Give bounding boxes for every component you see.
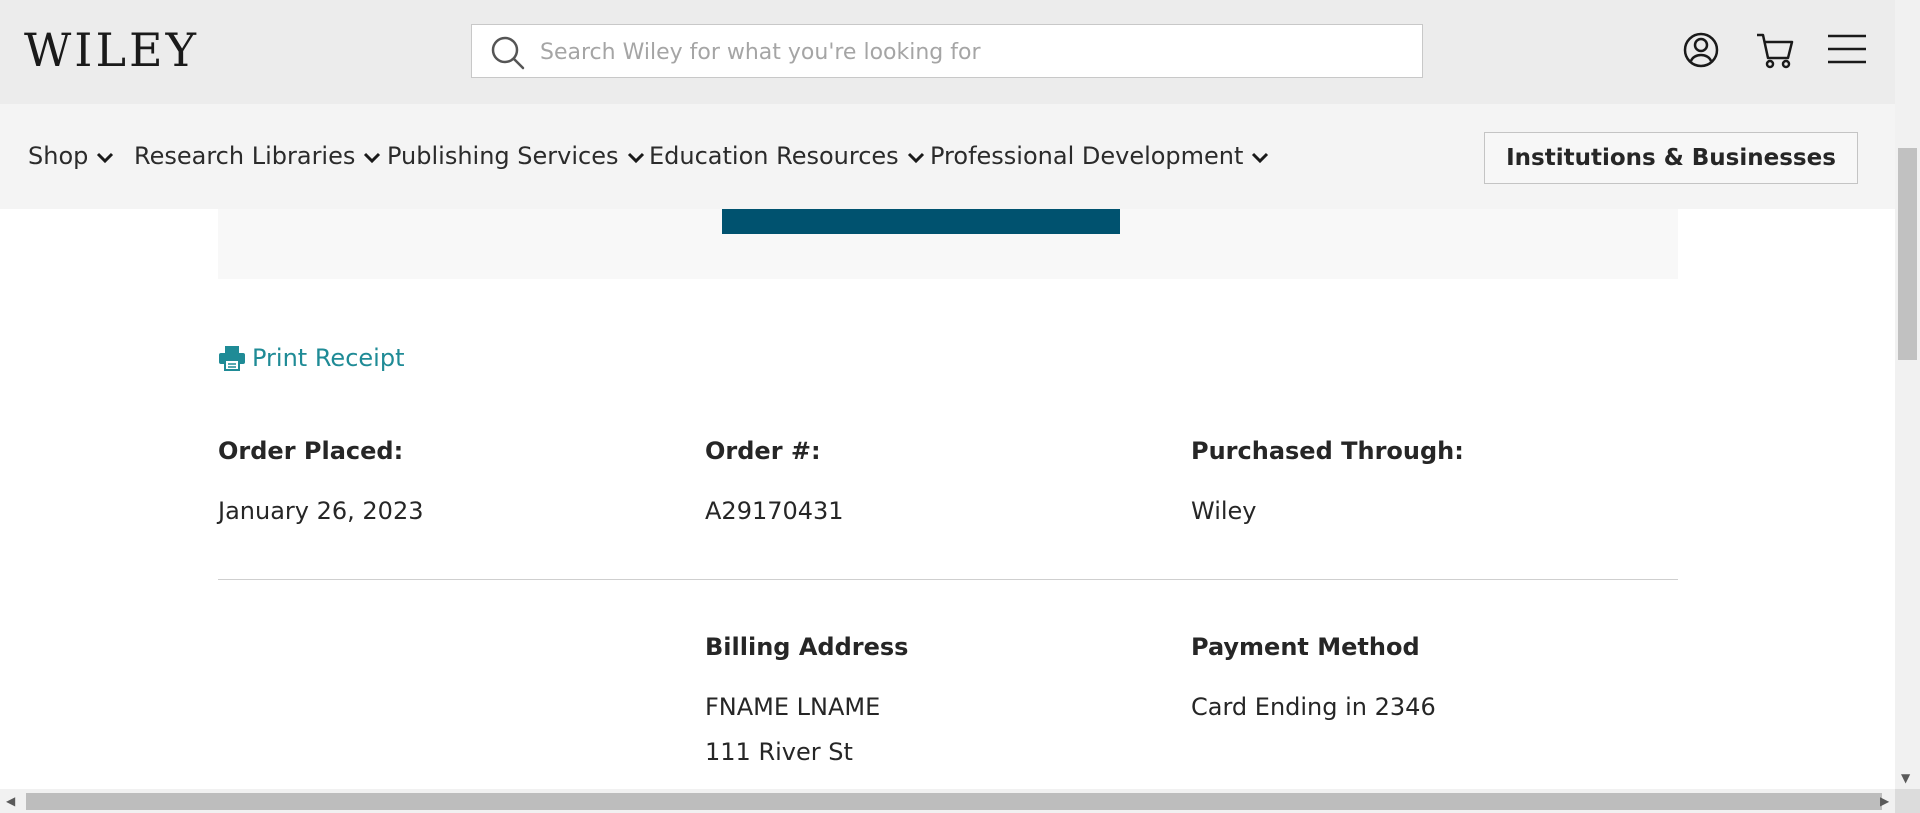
nav-item-research-libraries[interactable]: Research Libraries bbox=[134, 142, 381, 170]
order-placed-label: Order Placed: bbox=[218, 437, 404, 465]
order-placed-value: January 26, 2023 bbox=[218, 497, 424, 525]
print-receipt-label: Print Receipt bbox=[252, 344, 405, 372]
purchased-through-value: Wiley bbox=[1191, 497, 1257, 525]
billing-name: FNAME LNAME bbox=[705, 693, 881, 721]
menu-icon[interactable] bbox=[1828, 34, 1866, 64]
logo-text: Wiley bbox=[24, 23, 199, 77]
nav-item-label: Research Libraries bbox=[134, 142, 356, 170]
search-input[interactable] bbox=[538, 33, 1402, 71]
section-divider bbox=[218, 579, 1678, 580]
horizontal-scrollbar-thumb[interactable] bbox=[26, 793, 1882, 810]
order-number-label: Order #: bbox=[705, 437, 821, 465]
billing-address-label: Billing Address bbox=[705, 633, 909, 661]
institutions-businesses-label: Institutions & Businesses bbox=[1506, 145, 1836, 171]
print-receipt-link[interactable]: Print Receipt bbox=[218, 344, 404, 372]
institutions-businesses-button[interactable]: Institutions & Businesses bbox=[1484, 132, 1858, 184]
printer-icon bbox=[219, 346, 245, 371]
scroll-right-arrow-icon[interactable]: ▶ bbox=[1880, 795, 1889, 807]
nav-item-label: Publishing Services bbox=[387, 142, 619, 170]
nav-item-publishing-services[interactable]: Publishing Services bbox=[387, 142, 645, 170]
main-nav: Shop Research Libraries Publishing Servi… bbox=[0, 104, 1895, 209]
search-icon[interactable] bbox=[490, 35, 526, 71]
payment-method-label: Payment Method bbox=[1191, 633, 1420, 661]
payment-method-value: Card Ending in 2346 bbox=[1191, 693, 1436, 721]
billing-street: 111 River St bbox=[705, 738, 853, 766]
scroll-left-arrow-icon[interactable]: ◀ bbox=[6, 795, 15, 807]
chevron-down-icon bbox=[907, 152, 924, 164]
vertical-scrollbar[interactable] bbox=[1895, 0, 1920, 789]
chevron-down-icon bbox=[364, 152, 381, 164]
cart-icon[interactable] bbox=[1755, 30, 1795, 70]
nav-item-shop[interactable]: Shop bbox=[28, 142, 114, 170]
scroll-down-arrow-icon[interactable]: ▼ bbox=[1901, 772, 1910, 784]
search-box[interactable] bbox=[471, 24, 1423, 78]
account-icon[interactable] bbox=[1683, 30, 1719, 70]
order-number-value: A29170431 bbox=[705, 497, 844, 525]
nav-item-label: Shop bbox=[28, 142, 89, 170]
nav-item-label: Education Resources bbox=[649, 142, 899, 170]
top-header: Wiley bbox=[0, 0, 1895, 104]
chevron-down-icon bbox=[1252, 152, 1269, 164]
vertical-scrollbar-thumb[interactable] bbox=[1898, 148, 1917, 360]
chevron-down-icon bbox=[627, 152, 644, 164]
nav-item-professional-development[interactable]: Professional Development bbox=[930, 142, 1269, 170]
primary-action-button[interactable] bbox=[722, 209, 1120, 234]
nav-item-label: Professional Development bbox=[930, 142, 1244, 170]
chevron-down-icon bbox=[97, 152, 114, 164]
purchased-through-label: Purchased Through: bbox=[1191, 437, 1464, 465]
scrollbar-corner bbox=[1895, 789, 1920, 813]
wiley-logo[interactable]: Wiley bbox=[24, 22, 199, 78]
nav-item-education-resources[interactable]: Education Resources bbox=[649, 142, 925, 170]
